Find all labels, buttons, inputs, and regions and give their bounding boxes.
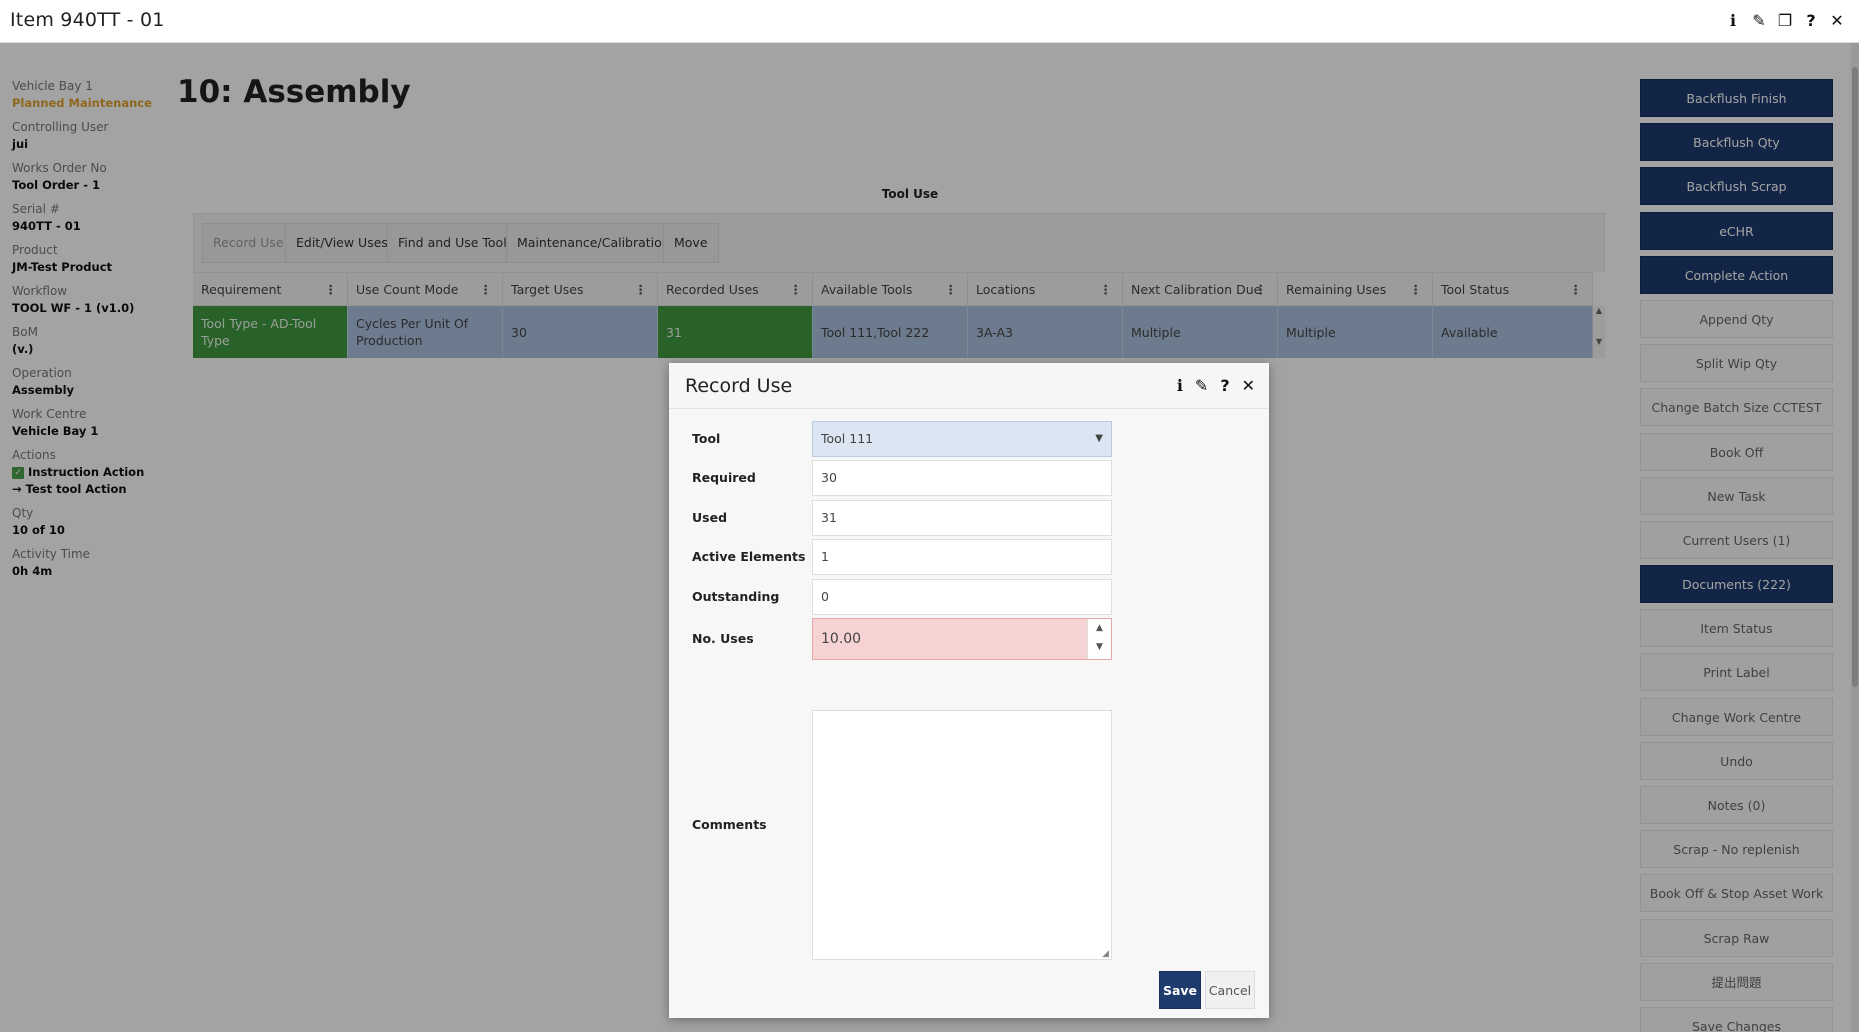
window-titlebar: Item 940TT - 01 ℹ ✎ ❐ ? ✕: [0, 0, 1859, 43]
used-label: Used: [692, 510, 728, 525]
dialog-header: Record Use ℹ ✎ ? ✕: [669, 363, 1269, 409]
info-icon[interactable]: ℹ: [1725, 11, 1741, 30]
dialog-tools: ℹ ✎ ? ✕: [1177, 376, 1255, 395]
required-field[interactable]: 30: [812, 460, 1112, 496]
dialog-title: Record Use: [685, 375, 793, 397]
resize-handle-icon[interactable]: ◢: [1102, 949, 1109, 959]
active-elements-field[interactable]: 1: [812, 539, 1112, 575]
outstanding-field[interactable]: 0: [812, 579, 1112, 615]
window-tools: ℹ ✎ ❐ ? ✕: [1725, 11, 1845, 30]
tool-select[interactable]: Tool 111 ▼: [812, 421, 1112, 457]
save-button[interactable]: Save: [1159, 971, 1201, 1009]
close-icon[interactable]: ✕: [1829, 11, 1845, 30]
used-field[interactable]: 31: [812, 500, 1112, 536]
help-icon[interactable]: ?: [1803, 11, 1819, 30]
chevron-down-icon: ▼: [1095, 433, 1103, 444]
dialog-body: Tool Tool 111 ▼ Required 30 Used 31 Acti…: [669, 409, 1269, 1018]
no-uses-stepper[interactable]: 10.00 ▲ ▼: [812, 618, 1112, 660]
restore-icon[interactable]: ❐: [1777, 11, 1793, 30]
no-uses-label: No. Uses: [692, 631, 754, 646]
decrement-icon[interactable]: ▼: [1088, 638, 1111, 657]
comments-label: Comments: [692, 817, 767, 832]
cancel-button[interactable]: Cancel: [1205, 971, 1255, 1009]
tool-select-value: Tool 111: [821, 431, 874, 446]
comments-textarea[interactable]: ◢: [812, 710, 1112, 960]
no-uses-value: 10.00: [821, 631, 862, 647]
stepper-controls: ▲ ▼: [1087, 619, 1111, 659]
record-use-dialog: Record Use ℹ ✎ ? ✕ Tool Tool 111 ▼ Requi…: [669, 363, 1269, 1018]
window-title: Item 940TT - 01: [10, 9, 165, 31]
increment-icon[interactable]: ▲: [1088, 619, 1111, 638]
pencil-icon[interactable]: ✎: [1751, 11, 1767, 30]
pencil-icon[interactable]: ✎: [1195, 376, 1208, 395]
tool-label: Tool: [692, 431, 721, 446]
active-elements-label: Active Elements: [692, 549, 806, 564]
help-icon[interactable]: ?: [1220, 376, 1229, 395]
close-icon[interactable]: ✕: [1242, 376, 1255, 395]
outstanding-label: Outstanding: [692, 589, 780, 604]
required-label: Required: [692, 470, 756, 485]
info-icon[interactable]: ℹ: [1177, 376, 1183, 395]
